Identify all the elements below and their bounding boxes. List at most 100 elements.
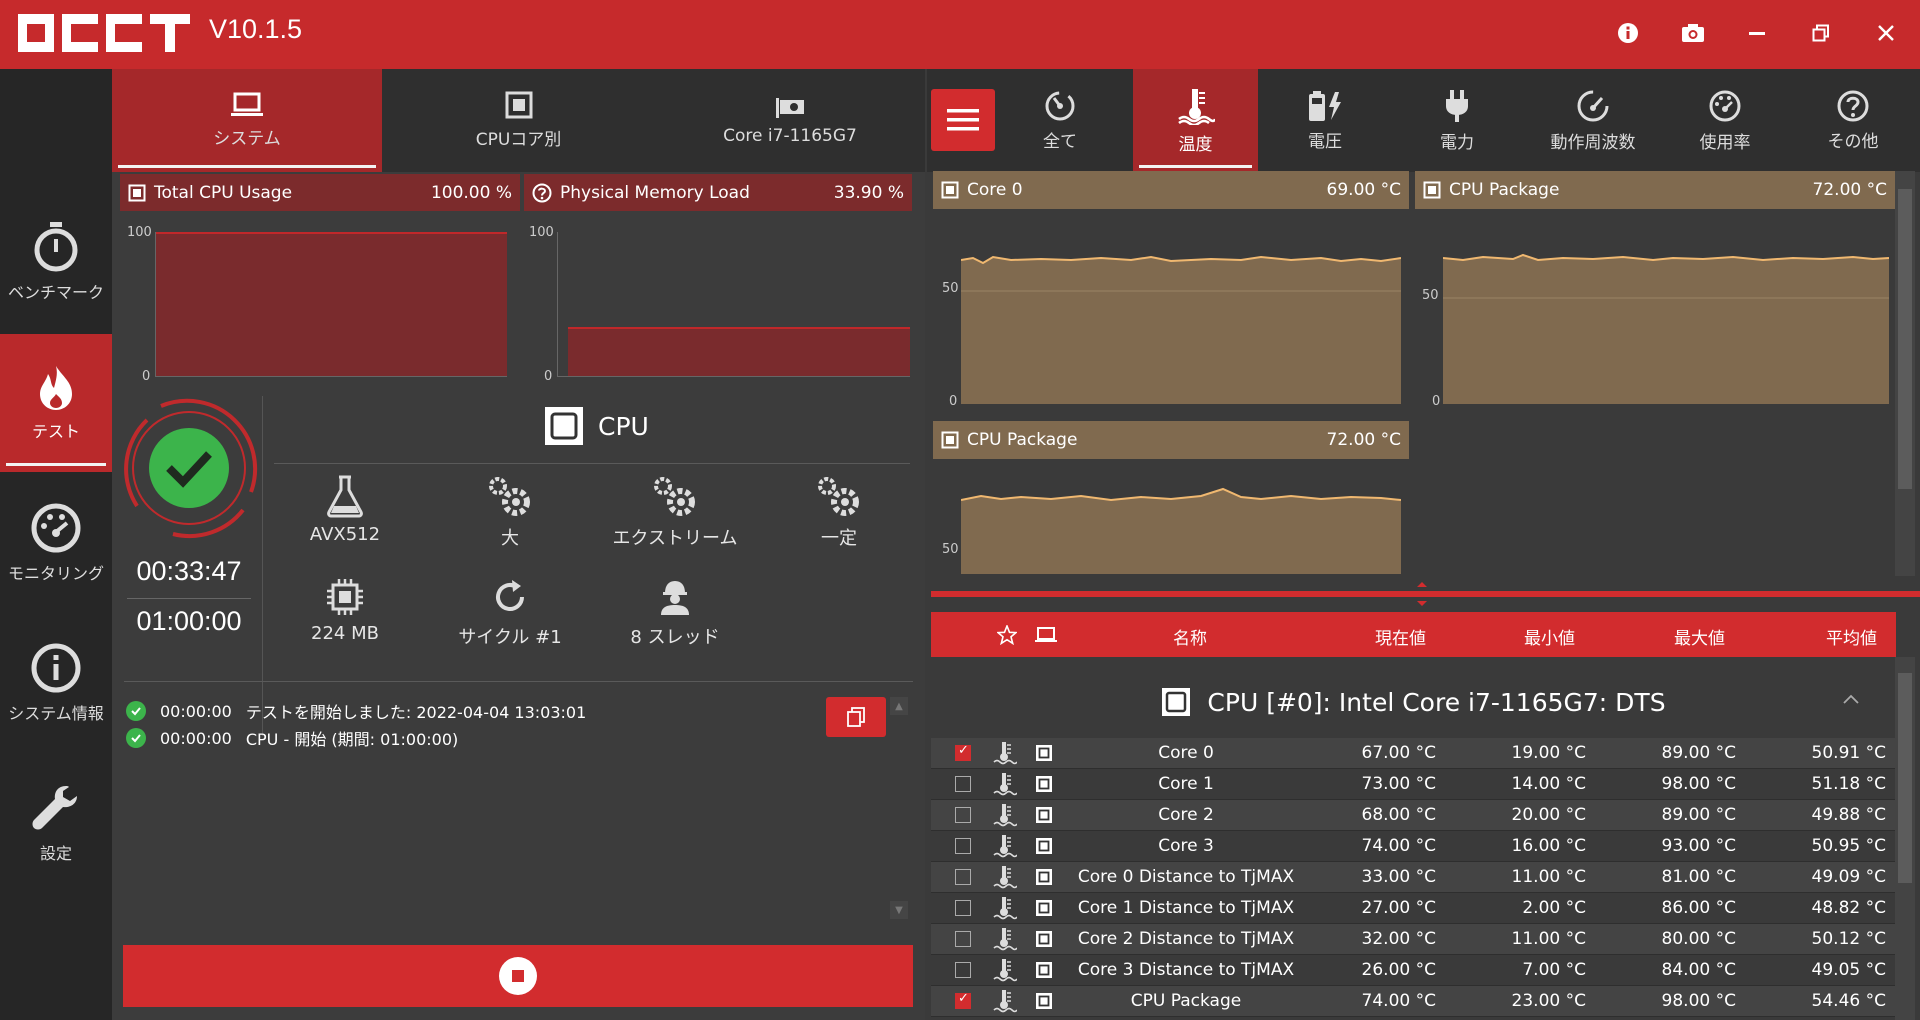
close-button[interactable] [1871,18,1901,48]
sensor-row-checkbox[interactable] [955,931,971,947]
cpu-usage-header: Total CPU Usage 100.00 % [120,174,520,211]
restore-button[interactable] [1806,18,1836,48]
occt-logo [18,14,190,52]
tab-cpu-per-core[interactable]: CPUコア別 [382,69,655,172]
log-scroll-up[interactable]: ▲ [890,697,908,715]
success-icon [126,701,146,721]
left-tab-bar: システム CPUコア別 Core i7-1165G7 [112,69,925,172]
sensor-row[interactable]: Core 1 Distance to TjMAX 27.00 °C 2.00 °… [931,893,1896,924]
column-min[interactable]: 最小値 [1524,624,1575,649]
info-button[interactable] [1613,18,1643,48]
sensor-group-header[interactable]: CPU [#0]: Intel Core i7-1165G7: DTS [931,667,1896,737]
cpu-icon [1423,181,1441,199]
sensor-row-checkbox[interactable] [955,962,971,978]
temp-graph-tick: 50 [1422,288,1439,303]
flask-icon [327,475,363,518]
sensor-row-checkbox[interactable] [955,869,971,885]
sensor-row[interactable]: Core 1 73.00 °C 14.00 °C 98.00 °C 51.18 … [931,769,1896,800]
minimize-button[interactable] [1742,18,1772,48]
sensor-tab-bar: 全て 温度 電圧 電力 動作周波数 使用率 その他 [927,69,1920,172]
refresh-icon [496,580,524,611]
table-scroll-thumb[interactable] [1898,673,1912,883]
occt-window: V10.1.5 ベンチマーク テスト モニタリング システム情報 設定 システム… [0,0,1920,1020]
sidebar-item-test[interactable]: テスト [0,334,112,472]
column-avg[interactable]: 平均値 [1826,624,1877,649]
tab-other[interactable]: その他 [1793,69,1913,172]
sensor-row[interactable]: CPU Package 74.00 °C 23.00 °C 98.00 °C 5… [931,986,1896,1017]
sensor-avg: 50.12 °C [1811,929,1886,949]
sensor-row-checkbox[interactable] [955,838,971,854]
laptop-icon[interactable] [1035,627,1057,643]
tab-usage[interactable]: 使用率 [1665,69,1785,172]
sensor-current: 67.00 °C [1361,743,1436,763]
temp-graph-title: CPU Package [1449,180,1560,200]
stop-test-button[interactable] [123,945,913,1007]
temp-graph-core0 [961,255,1401,404]
sensor-row[interactable]: Core 2 Distance to TjMAX 32.00 °C 11.00 … [931,924,1896,955]
chip-icon [327,579,363,615]
stop-icon [499,957,537,995]
screenshot-button[interactable] [1678,18,1708,48]
success-icon [126,728,146,748]
sensor-name: Core 0 [1158,743,1214,763]
sensor-current: 68.00 °C [1361,805,1436,825]
temp-graph-header-core0: Core 0 69.00 °C [933,171,1409,209]
sensor-max: 89.00 °C [1661,743,1736,763]
sensor-row-checkbox[interactable] [955,776,971,792]
chevron-up-icon[interactable] [1842,693,1860,705]
column-name[interactable]: 名称 [1173,624,1207,649]
thermometer-icon [993,959,1017,982]
copy-log-button[interactable] [826,697,886,737]
sensor-row[interactable]: Core 3 74.00 °C 16.00 °C 93.00 °C 50.95 … [931,831,1896,862]
sidebar-item-system-info[interactable]: システム情報 [0,614,112,752]
table-scrollbar[interactable] [1895,657,1915,1020]
tab-voltage[interactable]: 電圧 [1265,69,1385,172]
tab-power[interactable]: 電力 [1397,69,1517,172]
sensor-row-checkbox[interactable] [955,991,971,1009]
sensor-current: 26.00 °C [1361,960,1436,980]
tab-label: 使用率 [1699,132,1751,153]
check-icon [149,428,229,508]
test-option-dataset: 大 [430,474,590,550]
sidebar-item-monitoring[interactable]: モニタリング [0,474,112,612]
sensor-current: 73.00 °C [1361,774,1436,794]
sidebar-item-benchmark[interactable]: ベンチマーク [0,193,112,331]
close-icon [1878,25,1894,41]
star-icon[interactable] [997,625,1017,645]
sidebar-item-settings[interactable]: 設定 [0,754,112,892]
sensor-name: Core 1 [1158,774,1214,794]
tab-label: 電力 [1440,132,1474,153]
sensor-row[interactable]: Core 0 67.00 °C 19.00 °C 89.00 °C 50.91 … [931,738,1896,769]
graphs-scrollbar[interactable] [1895,171,1915,576]
tab-all[interactable]: 全て [1000,69,1120,172]
sensor-name: Core 3 [1158,836,1214,856]
menu-button[interactable] [931,89,995,151]
sensor-avg: 48.82 °C [1811,898,1886,918]
graphs-scroll-thumb[interactable] [1898,189,1912,489]
question-icon [532,183,552,202]
cpu-usage-graph [155,232,507,377]
tab-system[interactable]: システム [112,69,382,172]
dial-icon [1045,91,1075,120]
gpu-card-icon [776,97,804,118]
cpu-icon [1036,838,1052,854]
sensor-row[interactable]: Core 3 Distance to TjMAX 26.00 °C 7.00 °… [931,955,1896,986]
sensor-avg: 50.95 °C [1811,836,1886,856]
tab-core-i7[interactable]: Core i7-1165G7 [655,69,925,172]
sensor-row-checkbox[interactable] [955,900,971,916]
tab-temperature[interactable]: 温度 [1133,69,1258,172]
log-scroll-down[interactable]: ▼ [890,901,908,919]
sensor-row[interactable]: Core 2 68.00 °C 20.00 °C 89.00 °C 49.88 … [931,800,1896,831]
sensor-row-checkbox[interactable] [955,807,971,823]
column-max[interactable]: 最大値 [1674,624,1725,649]
camera-icon [1682,24,1704,42]
sensor-row[interactable]: Core 0 Distance to TjMAX 33.00 °C 11.00 … [931,862,1896,893]
temp-graph-value: 69.00 °C [1326,180,1401,200]
sensor-current: 33.00 °C [1361,867,1436,887]
cpu-icon [1162,688,1191,716]
column-current[interactable]: 現在値 [1375,624,1426,649]
tab-label: 電圧 [1308,131,1342,152]
sensor-row-checkbox[interactable] [955,743,971,761]
tab-frequency[interactable]: 動作周波数 [1523,69,1663,172]
cpu-icon [1036,900,1052,916]
